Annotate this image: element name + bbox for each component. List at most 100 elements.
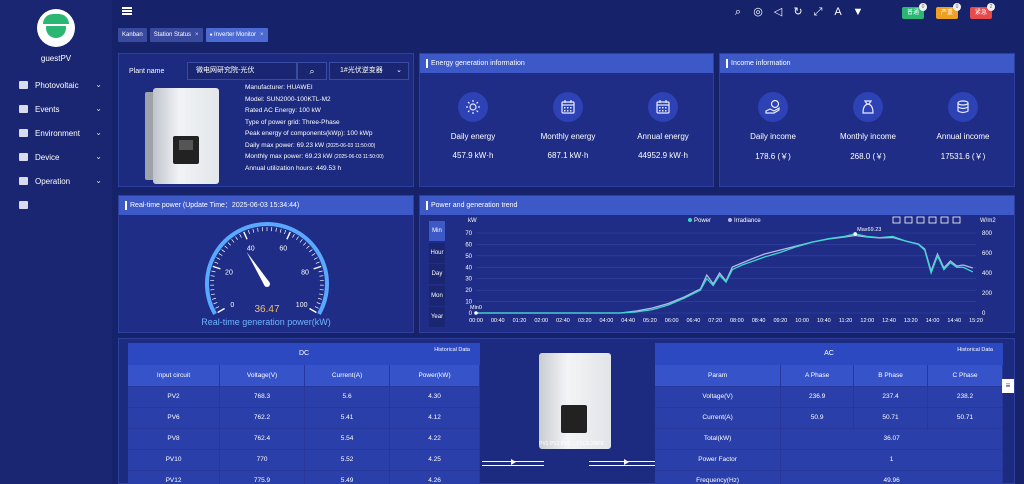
gauge-tick <box>224 245 228 249</box>
dc-cell: 5.54 <box>304 428 391 450</box>
sidebar-item-2[interactable]: Environment ⌄ <box>0 121 112 145</box>
ac-cell: 36.07 <box>780 428 1003 450</box>
dc-cell: 4.12 <box>389 407 480 429</box>
spec-time: (2025-06-03 11:50:00) <box>325 142 376 149</box>
gauge-tick <box>221 249 225 253</box>
menu-toggle-icon[interactable] <box>122 7 132 15</box>
dc-cell: PV8 <box>128 428 221 450</box>
bottom-panel: DC Historical Data Input circuit Voltage(V… <box>118 338 1015 484</box>
extra-icon <box>19 201 28 209</box>
trend-range-button[interactable]: Mon <box>429 285 445 306</box>
legend-marker <box>728 218 732 222</box>
ac-title: AC <box>824 350 834 357</box>
trend-range-button[interactable]: Day <box>429 264 445 284</box>
money-bag-icon <box>853 92 883 122</box>
ac-cell: Total(kW) <box>655 428 782 450</box>
plant-search-button[interactable]: ⌕ <box>297 62 327 80</box>
trend-range-button[interactable]: Min <box>429 221 445 241</box>
alarm-badge[interactable]: 紧急 2 <box>970 3 995 19</box>
trend-range-button[interactable]: Hour <box>429 242 445 263</box>
dc-column-header: Voltage(V) <box>219 365 306 387</box>
trend-range-button[interactable]: Year <box>429 307 445 327</box>
side-toggle-icon[interactable]: ≡ <box>1002 379 1014 393</box>
plant-name-input[interactable]: 微电网研究院-光伏 <box>187 62 297 80</box>
x-tick: 03:20 <box>578 318 592 324</box>
gauge-tick <box>252 228 255 233</box>
spec-key: Annual utilization hours: <box>245 164 315 172</box>
tab-2[interactable]: ● Inverter Monitor × <box>205 28 268 42</box>
theme-icon[interactable]: ▼ <box>852 6 864 18</box>
sidebar-item-1[interactable]: Events ⌄ <box>0 97 112 121</box>
alarm-count: 0 <box>919 3 927 11</box>
x-tick: 05:20 <box>643 318 657 324</box>
fullscreen-icon[interactable]: ⤢ <box>812 6 824 18</box>
spec-value: 449.53 h <box>315 164 342 172</box>
income-panel: Income information Daily income 178.6 (￥)… <box>719 53 1015 187</box>
x-tick: 15:20 <box>969 318 983 324</box>
chart-toolbox-icon <box>892 216 901 224</box>
hand-money-icon <box>758 92 788 122</box>
inverter-select[interactable]: 1#光伏逆变器 ⌄ <box>329 62 409 80</box>
x-tick: 00:00 <box>469 318 483 324</box>
x-tick: 02:40 <box>556 318 570 324</box>
energy-panel: Energy generation information Daily ener… <box>419 53 714 187</box>
gauge-tick <box>296 236 299 241</box>
search-icon[interactable]: ⌕ <box>732 6 744 18</box>
sound-icon[interactable]: ◁ <box>772 6 784 18</box>
x-tick: 14:00 <box>926 318 940 324</box>
close-icon[interactable]: × <box>260 32 264 38</box>
gauge-tick <box>279 228 282 233</box>
table-row: Voltage(V) 236.9 237.4 238.2 <box>655 386 1003 408</box>
spec-value: Three-Phase <box>301 118 340 126</box>
ac-column-header: B Phase <box>853 365 928 387</box>
inverter-select-value: 1#光伏逆变器 <box>340 67 383 74</box>
stat-value: 687.1 kW·h <box>547 151 589 160</box>
y-tick-right: 600 <box>982 251 993 257</box>
help-icon[interactable]: ◎ <box>752 6 764 18</box>
sidebar-item-3[interactable]: Device ⌄ <box>0 145 112 169</box>
table-row: Power Factor 1 <box>655 449 1003 471</box>
stat-label: Monthly income <box>839 132 897 141</box>
x-tick: 14:40 <box>947 318 961 324</box>
dc-column-header: Input circuit <box>128 365 221 387</box>
spec-value: 100 kW <box>298 107 321 114</box>
dc-cell: 4.22 <box>389 428 480 450</box>
gauge-tick <box>319 275 324 277</box>
chevron-down-icon: ⌄ <box>95 176 102 185</box>
sidebar-item-4[interactable]: Operation ⌄ <box>0 169 112 193</box>
spec-row: Annual utilization hours: 449.53 h <box>245 165 341 172</box>
spec-row: Type of power grid: Three-Phase <box>245 119 340 126</box>
tab-1[interactable]: Station Status × <box>149 28 203 42</box>
trend-panel: Power and generation trend Min Hour Day Mon… <box>419 195 1015 333</box>
gauge-tick-label: 40 <box>247 245 255 252</box>
topbar: ⌕ ◎ ◁ ↻ ⤢ A ▼ 普通 0 严重 0 紧急 2 <box>112 0 1024 26</box>
tab-label: Kanban <box>122 32 143 38</box>
language-icon[interactable]: A <box>832 6 844 18</box>
tab-0[interactable]: Kanban <box>118 28 147 42</box>
table-row: Total(kW) 36.07 <box>655 428 1003 450</box>
sidebar-item-5[interactable] <box>0 193 112 217</box>
avatar[interactable] <box>37 9 75 47</box>
plant-name-label: Plant name <box>129 68 165 75</box>
arrow-right-icon <box>624 459 629 465</box>
gauge-tick <box>316 302 321 305</box>
stat-label: Daily energy <box>450 132 496 141</box>
gauge-tick <box>317 297 322 300</box>
close-icon[interactable]: × <box>195 32 199 38</box>
refresh-icon[interactable]: ↻ <box>792 6 804 18</box>
tab-label: Station Status <box>153 32 192 38</box>
ac-cell: 50.71 <box>927 407 1003 429</box>
dc-historical-link[interactable]: Historical Data <box>434 343 470 357</box>
x-tick: 08:40 <box>752 318 766 324</box>
gauge-tick <box>309 249 313 253</box>
sun-icon <box>458 92 488 122</box>
y-tick-left: 40 <box>465 265 472 271</box>
sidebar-item-0[interactable]: Photovoltaic ⌄ <box>0 73 112 97</box>
gauge-tick <box>227 242 231 246</box>
ac-historical-link[interactable]: Historical Data <box>957 343 993 357</box>
x-tick: 08:00 <box>730 318 744 324</box>
calendar-icon <box>648 92 678 122</box>
gauge-tick-label: 0 <box>230 302 234 309</box>
alarm-badge[interactable]: 普通 0 <box>902 3 927 19</box>
alarm-badge[interactable]: 严重 0 <box>936 3 961 19</box>
